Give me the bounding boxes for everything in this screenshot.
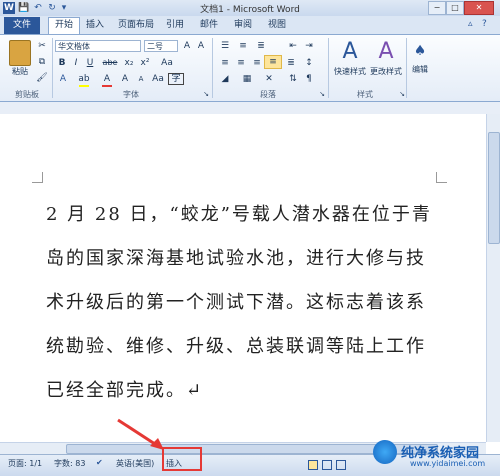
- decrease-indent-icon[interactable]: ⇤: [286, 40, 300, 52]
- align-center-icon[interactable]: ≡: [234, 57, 248, 69]
- minimize-button[interactable]: −: [428, 1, 446, 15]
- proofing-icon[interactable]: ✔: [96, 458, 103, 467]
- format-painter-icon[interactable]: 🖌: [36, 72, 48, 84]
- grow-font-icon[interactable]: A: [181, 40, 193, 52]
- tab-page-layout[interactable]: 页面布局: [112, 18, 160, 32]
- print-layout-view-icon[interactable]: [308, 460, 318, 470]
- character-shading-button[interactable]: Aa: [150, 73, 166, 85]
- editing-label: 编辑: [412, 65, 428, 74]
- change-styles-button[interactable]: A 更改样式: [368, 38, 404, 77]
- subscript-button[interactable]: x₂: [122, 57, 136, 69]
- shading-icon[interactable]: ◢: [218, 73, 232, 85]
- page-count[interactable]: 页面: 1/1: [8, 458, 42, 469]
- strikethrough-button[interactable]: abe: [100, 57, 120, 69]
- group-separator: [406, 38, 407, 98]
- tab-mailings[interactable]: 邮件: [194, 18, 224, 32]
- change-styles-icon: A: [378, 39, 394, 64]
- justify-icon[interactable]: ≡: [264, 55, 282, 69]
- word-count[interactable]: 字数: 83: [54, 458, 85, 469]
- maximize-button[interactable]: □: [446, 1, 464, 15]
- cut-icon[interactable]: ✂: [36, 40, 48, 52]
- doc-line-2[interactable]: 岛的国家深海基地试验水池，进行大修与技: [46, 244, 426, 270]
- text-effects-button[interactable]: A: [56, 73, 70, 85]
- tab-review[interactable]: 审阅: [228, 18, 258, 32]
- close-button[interactable]: ✕: [464, 1, 494, 15]
- tab-home[interactable]: 开始: [48, 17, 81, 34]
- tab-view[interactable]: 视图: [262, 18, 292, 32]
- paste-label: 粘贴: [12, 67, 28, 76]
- vertical-scroll-thumb[interactable]: [488, 132, 500, 244]
- group-label-font: 字体: [123, 90, 139, 99]
- enclose-character-icon[interactable]: 字: [168, 73, 184, 85]
- minimize-ribbon-icon[interactable]: ▵: [468, 19, 473, 29]
- show-marks-icon[interactable]: ¶: [302, 73, 316, 85]
- font-dialog-launcher-icon[interactable]: ↘: [202, 88, 210, 100]
- multilevel-list-icon[interactable]: ≣: [254, 40, 268, 52]
- window-title: 文档1 - Microsoft Word: [200, 5, 300, 15]
- copy-icon[interactable]: ⧉: [36, 56, 48, 68]
- font-family-select[interactable]: 华文楷体: [55, 40, 141, 52]
- italic-button[interactable]: I: [70, 57, 82, 69]
- change-case-icon[interactable]: Aa: [160, 57, 174, 69]
- quick-styles-icon: A: [342, 39, 358, 64]
- editing-button[interactable]: ♠ 编辑: [408, 38, 432, 75]
- superscript-button[interactable]: x²: [138, 57, 152, 69]
- font-color-swatch: [102, 85, 112, 87]
- group-separator: [52, 38, 53, 98]
- tab-references[interactable]: 引用: [160, 18, 190, 32]
- web-layout-view-icon[interactable]: [336, 460, 346, 470]
- doc-line-1[interactable]: 2 月 28 日，“蛟龙”号载人潜水器在位于青: [46, 200, 432, 226]
- group-separator: [328, 38, 329, 98]
- group-separator: [212, 38, 213, 98]
- highlight-box: [162, 447, 202, 471]
- pointer-arrow-icon: [117, 418, 164, 450]
- tab-file[interactable]: 文件: [4, 17, 40, 34]
- language-indicator[interactable]: 英语(美国): [116, 458, 154, 469]
- underline-button[interactable]: U: [84, 57, 96, 69]
- paste-button[interactable]: 粘贴: [8, 40, 32, 77]
- bullets-icon[interactable]: ☰: [218, 40, 232, 52]
- quick-styles-button[interactable]: A 快速样式: [332, 38, 368, 77]
- doc-line-4[interactable]: 统勘验、维修、升级、总装联调等陆上工作: [46, 332, 426, 358]
- watermark-url: www.yidaimei.com: [410, 459, 486, 468]
- shrink-font-button[interactable]: A: [134, 73, 148, 85]
- quick-styles-label: 快速样式: [334, 67, 366, 76]
- tab-insert[interactable]: 插入: [80, 18, 110, 32]
- doc-line-5[interactable]: 已经全部完成。↵: [46, 376, 203, 402]
- highlight-color-button[interactable]: ab: [76, 73, 92, 85]
- change-styles-label: 更改样式: [370, 67, 402, 76]
- line-spacing-icon[interactable]: ↕: [302, 57, 316, 69]
- borders-icon[interactable]: ▦: [240, 73, 254, 85]
- doc-line-3[interactable]: 术升级后的第一个测试下潜。这标志着该系: [46, 288, 426, 314]
- align-right-icon[interactable]: ≡: [250, 57, 264, 69]
- clear-format-icon[interactable]: A: [195, 40, 207, 52]
- styles-dialog-launcher-icon[interactable]: ↘: [398, 88, 406, 100]
- margin-corner-top-right: [436, 172, 447, 183]
- full-screen-view-icon[interactable]: [322, 460, 332, 470]
- chinese-layout-icon[interactable]: ✕: [262, 73, 276, 85]
- align-left-icon[interactable]: ≡: [218, 57, 232, 69]
- highlight-swatch: [79, 85, 89, 87]
- watermark-logo-icon: [373, 440, 397, 464]
- help-icon[interactable]: ?: [482, 19, 487, 29]
- bold-button[interactable]: B: [56, 57, 68, 69]
- increase-indent-icon[interactable]: ⇥: [302, 40, 316, 52]
- find-icon: ♠: [413, 43, 427, 59]
- font-color-button[interactable]: A: [100, 73, 114, 85]
- group-label-styles: 样式: [357, 90, 373, 99]
- group-label-paragraph: 段落: [260, 90, 276, 99]
- clipboard-icon: [9, 40, 31, 66]
- paragraph-dialog-launcher-icon[interactable]: ↘: [318, 88, 326, 100]
- font-size-select[interactable]: 二号: [144, 40, 178, 52]
- numbering-icon[interactable]: ≡: [236, 40, 250, 52]
- sort-icon[interactable]: ⇅: [286, 73, 300, 85]
- distributed-icon[interactable]: ≣: [284, 57, 298, 69]
- grow-font-button[interactable]: A: [118, 73, 132, 85]
- margin-corner-top-left: [32, 172, 43, 183]
- group-label-clipboard: 剪贴板: [15, 90, 39, 99]
